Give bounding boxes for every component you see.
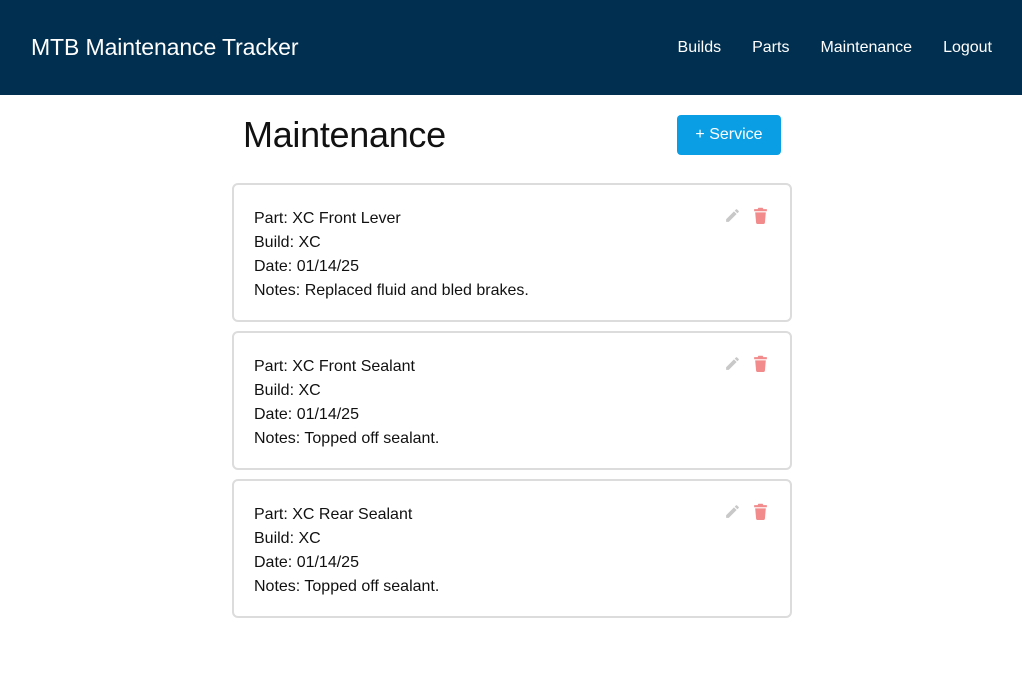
record-build: Build: XC [254, 382, 321, 399]
nav-link-builds[interactable]: Builds [678, 39, 722, 57]
trash-icon[interactable] [751, 354, 769, 372]
record-date: Date: 01/14/25 [254, 554, 359, 571]
card-actions [723, 206, 769, 224]
maintenance-card: Part: XC Front Sealant Build: XC Date: 0… [232, 331, 792, 470]
pencil-icon[interactable] [723, 206, 741, 224]
maintenance-card: Part: XC Rear Sealant Build: XC Date: 01… [232, 479, 792, 618]
nav-link-maintenance[interactable]: Maintenance [820, 39, 912, 57]
trash-icon[interactable] [751, 502, 769, 520]
nav-link-logout[interactable]: Logout [943, 39, 992, 57]
page-title: Maintenance [243, 114, 446, 155]
page-header: Maintenance + Service [232, 114, 792, 155]
nav-link-parts[interactable]: Parts [752, 39, 789, 57]
record-notes: Notes: Topped off sealant. [254, 578, 440, 595]
record-date: Date: 01/14/25 [254, 258, 359, 275]
record-part: Part: XC Rear Sealant [254, 506, 413, 523]
maintenance-card: Part: XC Front Lever Build: XC Date: 01/… [232, 183, 792, 322]
record-notes: Notes: Topped off sealant. [254, 430, 440, 447]
card-actions [723, 354, 769, 372]
main-content: Maintenance + Service Part: XC Front Lev… [232, 95, 792, 618]
nav-links: Builds Parts Maintenance Logout [647, 39, 992, 57]
brand-link[interactable]: MTB Maintenance Tracker [31, 34, 299, 61]
trash-icon[interactable] [751, 206, 769, 224]
navbar: MTB Maintenance Tracker Builds Parts Mai… [0, 0, 1022, 95]
record-notes: Notes: Replaced fluid and bled brakes. [254, 282, 529, 299]
card-actions [723, 502, 769, 520]
add-service-button[interactable]: + Service [677, 115, 781, 155]
pencil-icon[interactable] [723, 502, 741, 520]
record-build: Build: XC [254, 530, 321, 547]
record-part: Part: XC Front Sealant [254, 358, 415, 375]
pencil-icon[interactable] [723, 354, 741, 372]
record-date: Date: 01/14/25 [254, 406, 359, 423]
record-build: Build: XC [254, 234, 321, 251]
record-part: Part: XC Front Lever [254, 210, 401, 227]
